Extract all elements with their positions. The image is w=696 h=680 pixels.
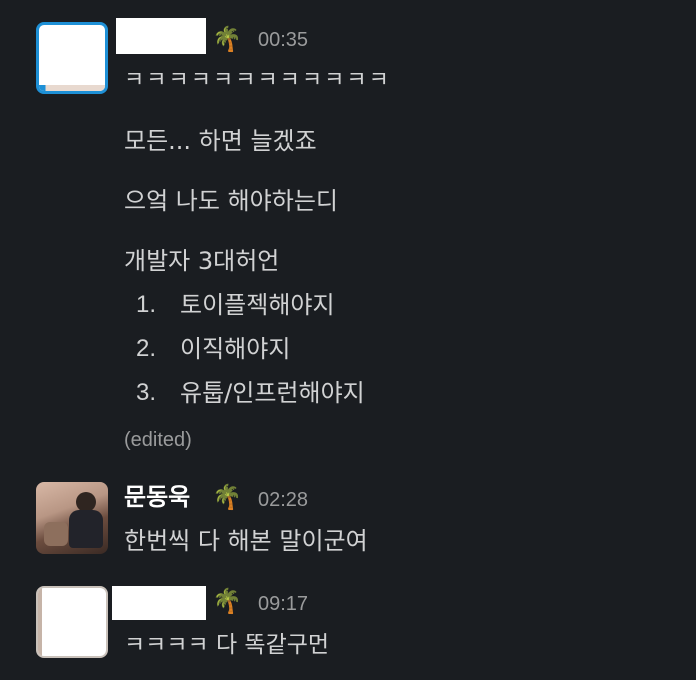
message-timestamp[interactable]: 09:17 bbox=[258, 592, 308, 616]
author-name-redacted[interactable] bbox=[116, 18, 206, 54]
author-name-redacted[interactable] bbox=[112, 586, 206, 620]
list-number: 1. bbox=[136, 291, 157, 318]
list-item: 이직해야지 bbox=[180, 335, 291, 363]
author-name[interactable]: 문동욱 bbox=[124, 482, 190, 512]
palm-tree-icon: 🌴 bbox=[212, 25, 242, 53]
message-timestamp[interactable]: 02:28 bbox=[258, 488, 308, 512]
avatar-photo-body bbox=[69, 510, 103, 548]
avatar-corner bbox=[39, 85, 105, 91]
message-text: ㅋㅋㅋㅋ 다 똑같구먼 bbox=[124, 632, 330, 658]
edited-label: (edited) bbox=[124, 429, 192, 451]
avatar[interactable] bbox=[36, 22, 108, 94]
message-text: ㅋㅋㅋㅋㅋㅋㅋㅋㅋㅋㅋㅋ bbox=[124, 68, 391, 93]
list-number: 2. bbox=[136, 335, 157, 362]
avatar-photo-head bbox=[76, 492, 96, 512]
message-group-1: 🌴 00:35 ㅋㅋㅋㅋㅋㅋㅋㅋㅋㅋㅋㅋ 모든... 하면 늘겠죠 으엌 나도 … bbox=[0, 0, 696, 470]
message-text: 개발자 3대허언 bbox=[124, 247, 280, 275]
avatar-photo-object bbox=[44, 522, 68, 546]
list-number: 3. bbox=[136, 379, 157, 406]
list-item: 토이플젝해야지 bbox=[180, 291, 335, 319]
palm-tree-icon: 🌴 bbox=[212, 483, 242, 511]
list-item: 유툽/인프런해야지 bbox=[180, 379, 365, 407]
message-timestamp[interactable]: 00:35 bbox=[258, 28, 308, 52]
avatar[interactable] bbox=[36, 586, 108, 658]
avatar[interactable] bbox=[36, 482, 108, 554]
avatar-edge bbox=[38, 588, 42, 656]
message-text: 으엌 나도 해야하는디 bbox=[124, 187, 338, 215]
message-text: 한번씩 다 해본 말이군여 bbox=[124, 527, 368, 555]
palm-tree-icon: 🌴 bbox=[212, 587, 242, 615]
message-text: 모든... 하면 늘겠죠 bbox=[124, 127, 317, 155]
